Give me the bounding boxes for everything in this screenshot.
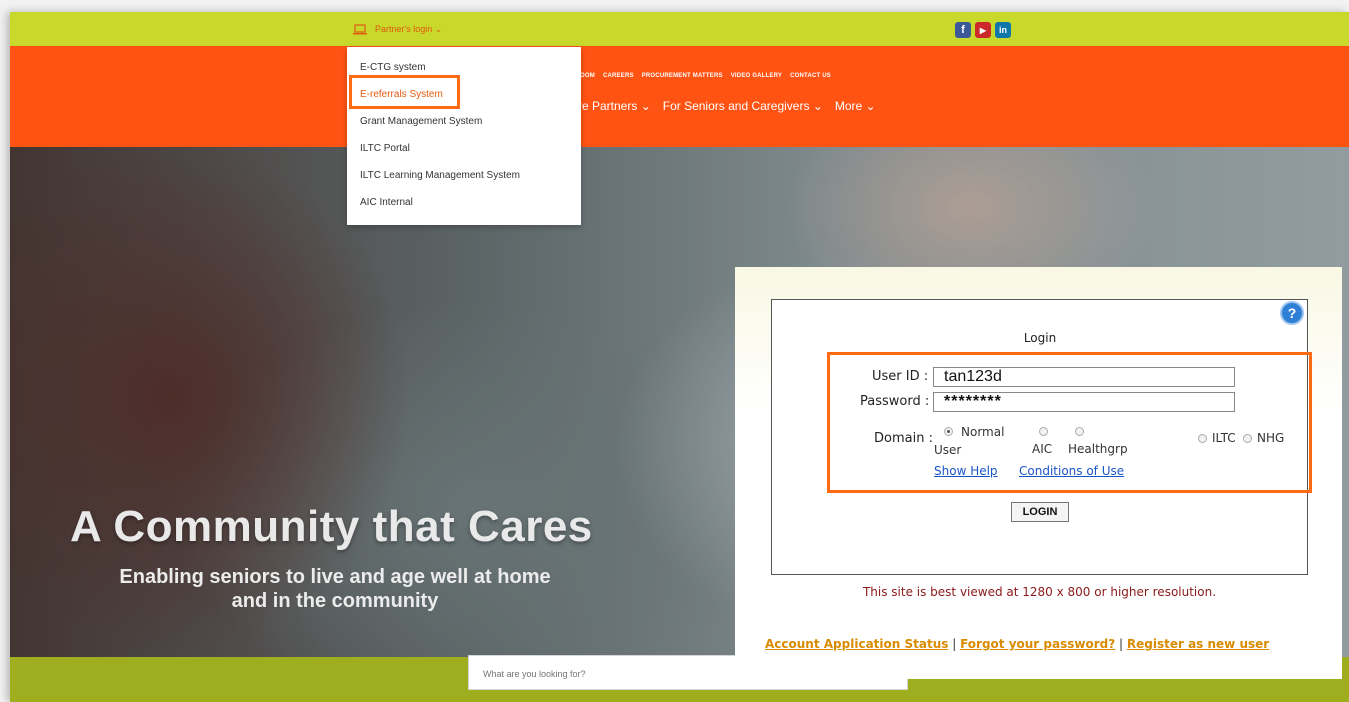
secondary-nav: OOM CAREERS PROCUREMENT MATTERS VIDEO GA…	[580, 73, 831, 79]
link-separator: |	[952, 637, 957, 651]
help-icon[interactable]: ?	[1280, 301, 1304, 325]
nav-seniors-caregivers[interactable]: For Seniors and Caregivers ⌄	[663, 99, 823, 113]
resolution-note: This site is best viewed at 1280 x 800 o…	[862, 585, 1217, 599]
partner-login-dropdown: E-CTG system E-referrals System Grant Ma…	[347, 47, 581, 225]
dropdown-item-grant-management[interactable]: Grant Management System	[360, 116, 482, 127]
primary-nav: re Partners ⌄ For Seniors and Caregivers…	[578, 99, 876, 113]
login-button[interactable]: LOGIN	[1011, 502, 1069, 522]
partner-login-button[interactable]: Partner's login ⌄	[347, 12, 493, 46]
nav-link-contact[interactable]: CONTACT US	[790, 73, 831, 79]
ereferrals-highlight	[349, 75, 460, 109]
hero-subtitle: Enabling seniors to live and age well at…	[119, 566, 551, 612]
youtube-icon[interactable]: ▶	[975, 22, 991, 38]
nav-link-careers[interactable]: CAREERS	[603, 73, 634, 79]
link-separator: |	[1119, 637, 1124, 651]
linkedin-icon[interactable]: in	[995, 22, 1011, 38]
account-links: Account Application Status | Forgot your…	[765, 637, 1269, 651]
partner-login-label: Partner's login ⌄	[375, 23, 443, 34]
dropdown-item-iltc-lms[interactable]: ILTC Learning Management System	[360, 170, 520, 181]
login-title: Login	[1023, 331, 1057, 345]
social-links: f ▶ in	[955, 22, 1011, 38]
laptop-icon	[353, 23, 367, 34]
nav-link-procurement[interactable]: PROCUREMENT MATTERS	[642, 73, 723, 79]
login-fields-highlight	[827, 352, 1312, 493]
facebook-icon[interactable]: f	[955, 22, 971, 38]
register-link[interactable]: Register as new user	[1127, 637, 1269, 651]
account-status-link[interactable]: Account Application Status	[765, 637, 948, 651]
nav-link-video-gallery[interactable]: VIDEO GALLERY	[731, 73, 782, 79]
top-bar	[10, 12, 1349, 46]
nav-more[interactable]: More ⌄	[835, 99, 876, 113]
dropdown-item-aic-internal[interactable]: AIC Internal	[360, 197, 413, 208]
nav-link-newsroom[interactable]: OOM	[580, 73, 595, 79]
dropdown-item-ectg[interactable]: E-CTG system	[360, 62, 426, 73]
nav-care-partners[interactable]: re Partners ⌄	[578, 99, 651, 113]
main-nav-bar	[10, 46, 1349, 147]
hero-title: A Community that Cares	[70, 502, 593, 551]
forgot-password-link[interactable]: Forgot your password?	[960, 637, 1115, 651]
dropdown-item-iltc-portal[interactable]: ILTC Portal	[360, 143, 410, 154]
